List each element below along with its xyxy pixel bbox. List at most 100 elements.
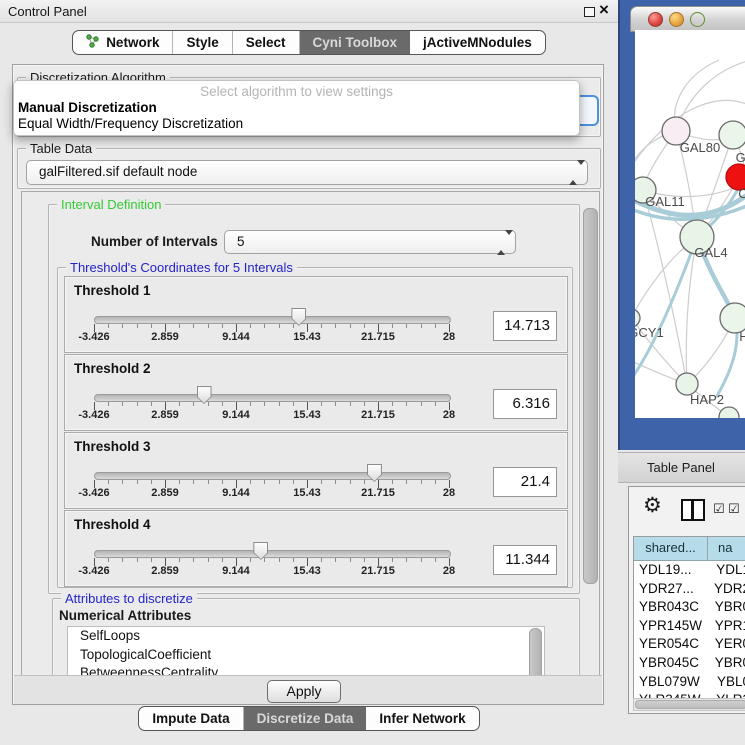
zoom-traffic-light-icon[interactable] [690, 12, 705, 27]
tab-discretize-data[interactable]: Discretize Data [244, 707, 367, 730]
table-hscrollbar[interactable] [633, 698, 745, 711]
table-row[interactable]: YDR27...YDR2 [634, 580, 745, 599]
tab-cyni-toolbox[interactable]: Cyni Toolbox [300, 31, 411, 54]
table-row[interactable]: YBR043CYBR0 [634, 598, 745, 617]
slider-tick [137, 558, 138, 562]
tab-style[interactable]: Style [173, 31, 232, 54]
slider-tick [364, 324, 365, 328]
cell-name: YER0 [710, 635, 745, 654]
slider-tick [108, 558, 109, 562]
slider-tick [321, 402, 322, 406]
minimize-traffic-light-icon[interactable] [669, 12, 684, 27]
network-window-titlebar[interactable] [630, 6, 745, 32]
slider-tick [364, 402, 365, 406]
bottom-tabbar: Impute DataDiscretize DataInfer Network [138, 706, 479, 731]
cell-shared-name: YBL079W [634, 673, 712, 692]
checkbox-icon[interactable]: ☑ [728, 501, 740, 517]
close-traffic-light-icon[interactable] [648, 12, 663, 27]
apply-button[interactable]: Apply [267, 680, 341, 703]
slider-tick [193, 480, 194, 484]
slider-tick [335, 402, 336, 406]
table-panel-titlebar: Table Panel [618, 452, 745, 483]
table-row[interactable]: YPR145WYPR1 [634, 617, 745, 636]
close-icon[interactable]: × [599, 0, 609, 20]
threshold-slider[interactable]: -3.4262.8599.14415.4321.71528 [94, 355, 449, 430]
numerical-attributes-list[interactable]: SelfLoopsTopologicalCoefficientBetweenne… [67, 626, 545, 677]
network-node-label: GAL80 [680, 140, 720, 155]
slider-tick [293, 402, 294, 406]
slider-tick [406, 558, 407, 562]
threshold-value-field[interactable]: 21.4 [493, 467, 557, 497]
cell-name: YBR0 [710, 598, 745, 617]
table-row[interactable]: YBR045CYBR0 [634, 654, 745, 673]
threshold-box-3: Threshold 3-3.4262.8599.14415.4321.71528… [64, 432, 568, 509]
attribute-list-item[interactable]: SelfLoops [68, 627, 544, 646]
cell-shared-name: YPR145W [634, 617, 710, 636]
slider-tick [122, 402, 123, 406]
number-of-intervals-spinner[interactable]: 5 [224, 230, 516, 254]
slider-tick-label: -3.426 [64, 409, 124, 421]
cell-name: YPR1 [710, 617, 745, 636]
threshold-slider[interactable]: -3.4262.8599.14415.4321.71528 [94, 433, 449, 508]
slider-tick-label: 2.859 [135, 409, 195, 421]
network-node[interactable] [719, 407, 739, 418]
threshold-value-field[interactable]: 14.713 [493, 311, 557, 341]
table-hscrollbar-thumb[interactable] [635, 700, 745, 709]
slider-tick [222, 480, 223, 484]
network-edge[interactable] [676, 60, 745, 131]
threshold-value-field[interactable]: 11.344 [493, 545, 557, 575]
attribute-list-item[interactable]: TopologicalCoefficient [68, 646, 544, 665]
tab-infer-network[interactable]: Infer Network [366, 707, 478, 730]
slider-tick-label: 28 [419, 565, 479, 577]
slider-tick [179, 558, 180, 562]
interval-definition-title: Interval Definition [57, 197, 165, 212]
network-node-label: GAL11 [645, 194, 685, 209]
threshold-slider[interactable]: -3.4262.8599.14415.4321.71528 [94, 277, 449, 352]
network-canvas[interactable]: GAL80GACGAL11GAL4GCY1HHAP2 [635, 30, 745, 418]
slider-tick [392, 480, 393, 484]
network-node-label: HAP2 [690, 392, 724, 407]
threshold-slider[interactable]: -3.4262.8599.14415.4321.71528 [94, 511, 449, 586]
slider-tick [179, 402, 180, 406]
slider-tick [279, 558, 280, 562]
gear-icon[interactable]: ⚙ [643, 495, 662, 516]
algorithm-placeholder-option[interactable]: Select algorithm to view settings [14, 84, 579, 99]
slider-tick-label: 15.43 [277, 565, 337, 577]
float-icon[interactable] [584, 7, 595, 17]
spinner-arrows-icon[interactable] [497, 235, 506, 250]
split-view-icon[interactable] [681, 499, 705, 521]
attributes-list-scrollbar[interactable] [529, 628, 542, 677]
slider-tick-label: 21.715 [348, 565, 408, 577]
algorithm-option-equal-width[interactable]: Equal Width/Frequency Discretization [18, 116, 243, 131]
table-row[interactable]: YDL19...YDL1 [634, 561, 745, 580]
slider-tick [108, 324, 109, 328]
slider-track [94, 550, 451, 558]
checkbox-icon[interactable]: ☑ [713, 501, 725, 517]
threshold-value-field[interactable]: 6.316 [493, 389, 557, 419]
table-row[interactable]: YBL079WYBL0 [634, 673, 745, 692]
settings-scrollbar[interactable] [583, 208, 598, 584]
slider-tick-label: -3.426 [64, 331, 124, 343]
slider-tick [335, 324, 336, 328]
algorithm-option-manual[interactable]: Manual Discretization [18, 100, 157, 115]
table-data-combobox[interactable]: galFiltered.sif default node [26, 160, 588, 185]
tab-label: jActiveMNodules [423, 35, 532, 50]
tab-network[interactable]: Network [73, 31, 173, 54]
slider-tick [179, 480, 180, 484]
slider-tick-label: 28 [419, 487, 479, 499]
slider-tick-label: 28 [419, 331, 479, 343]
cell-shared-name: YDR27... [634, 580, 709, 599]
tab-select[interactable]: Select [233, 31, 300, 54]
table-panel: ⚙ ☑ ☑ shared... na YDL19...YDL1YDR27...Y… [628, 486, 745, 714]
slider-tick [208, 402, 209, 406]
combo-arrows-icon[interactable] [569, 165, 578, 180]
slider-tick-label: 15.43 [277, 331, 337, 343]
column-header-name[interactable]: na [708, 537, 745, 560]
network-node[interactable] [719, 121, 745, 149]
node-table-header[interactable]: shared... na [634, 537, 745, 561]
column-header-shared-name[interactable]: shared... [634, 537, 708, 560]
table-row[interactable]: YER054CYER0 [634, 635, 745, 654]
tab-impute-data[interactable]: Impute Data [139, 707, 243, 730]
slider-tick [293, 480, 294, 484]
tab-jactivemnodules[interactable]: jActiveMNodules [410, 31, 545, 54]
